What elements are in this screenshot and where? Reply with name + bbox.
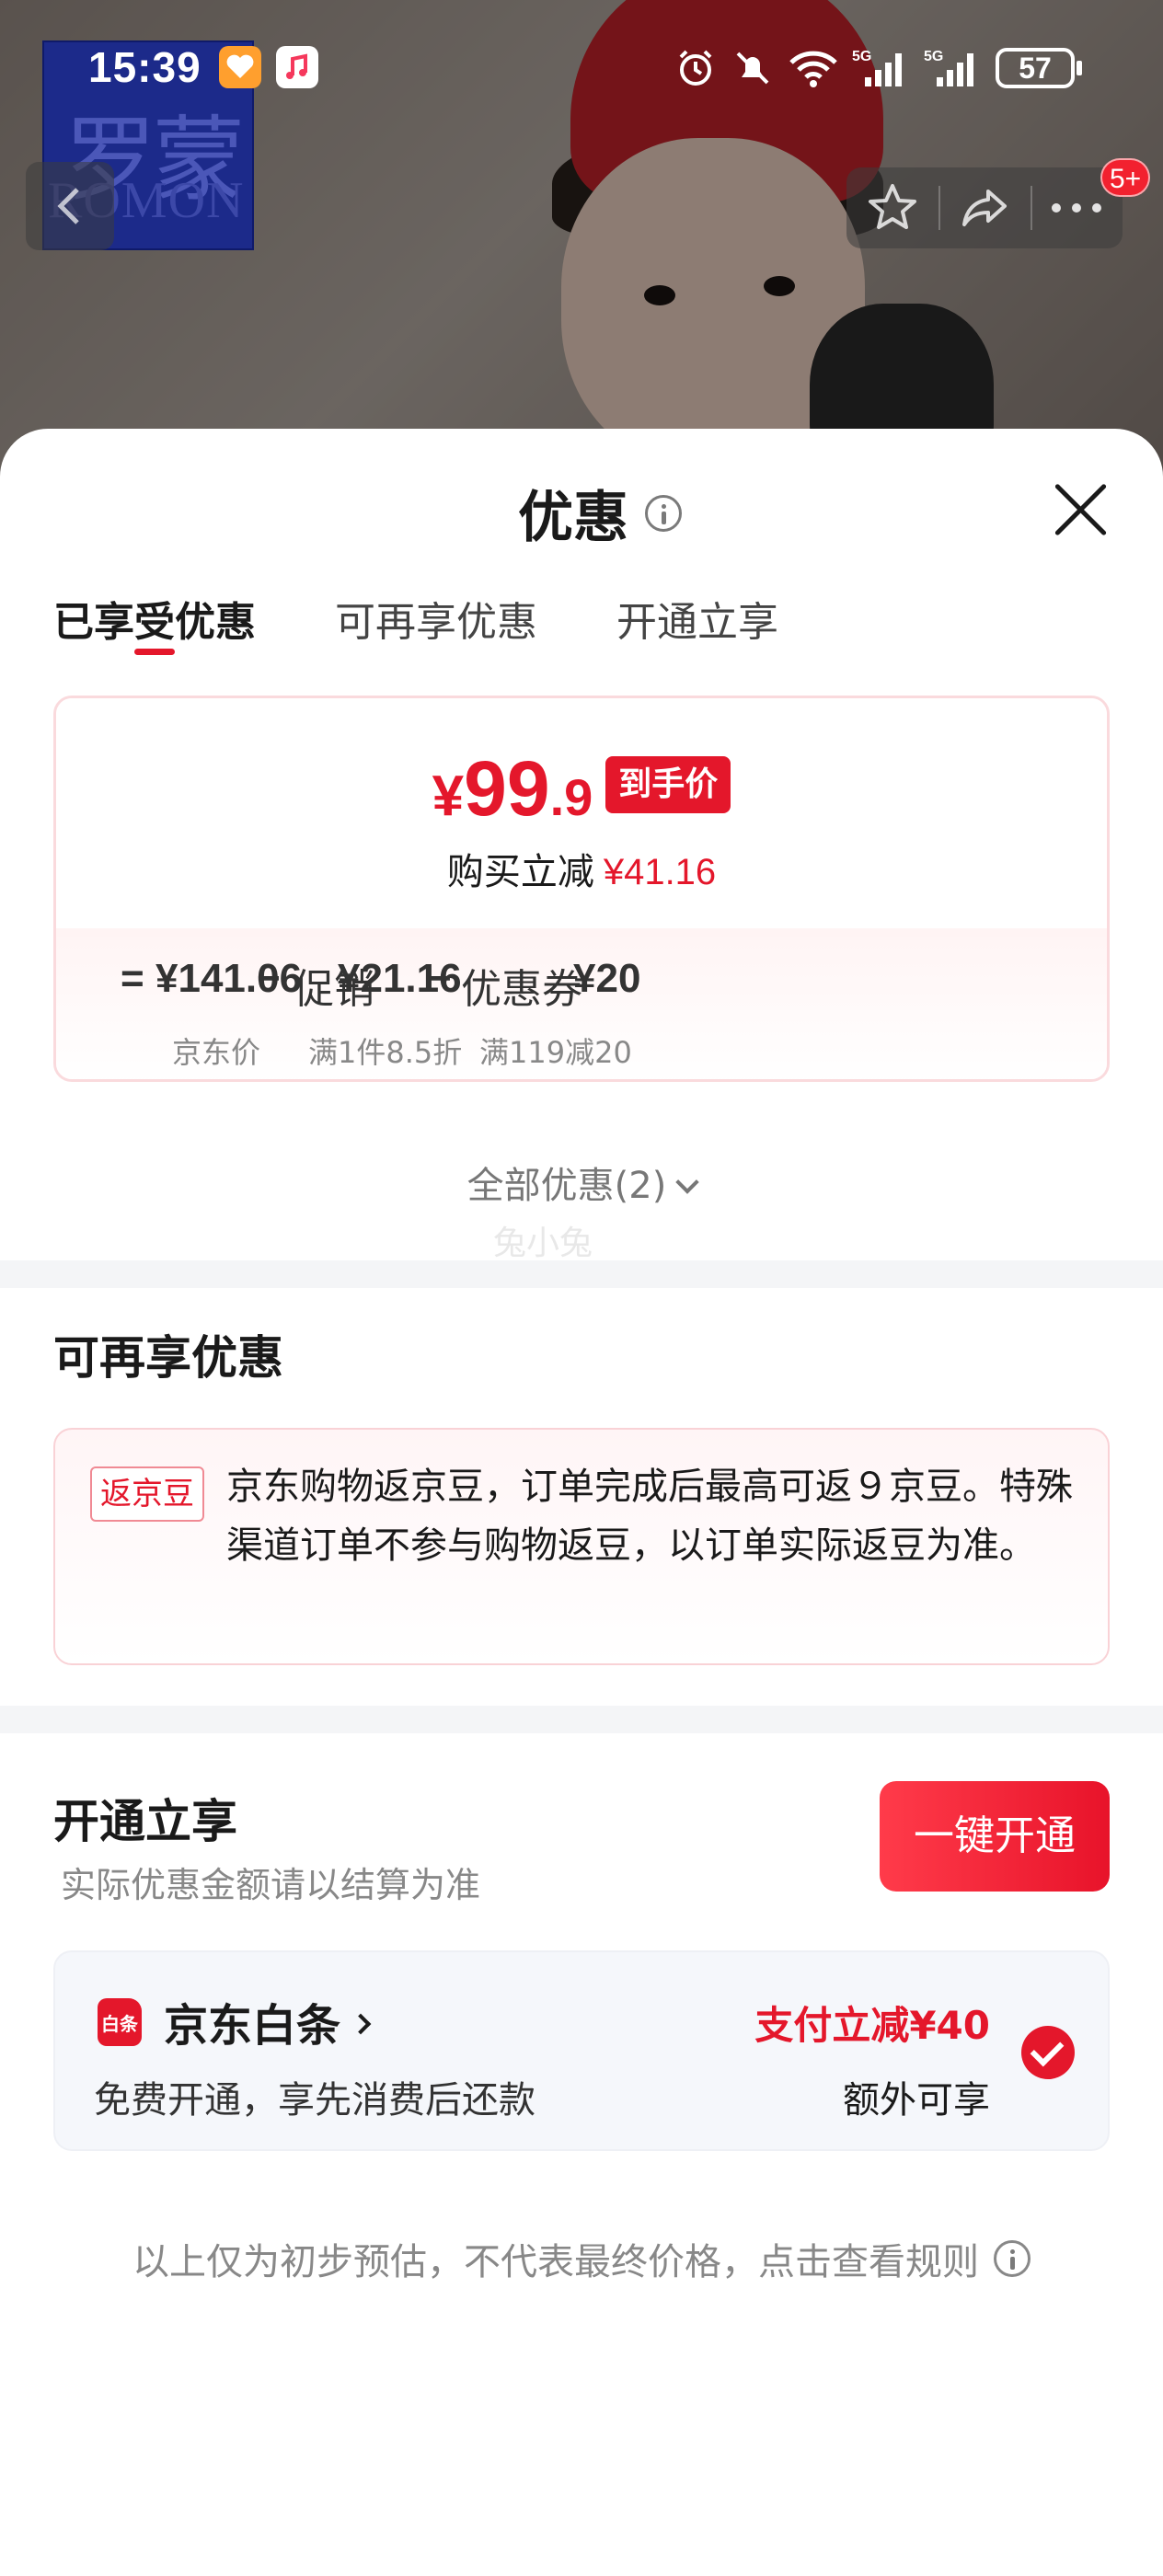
share-icon <box>962 190 1007 226</box>
open-benefits-subtitle: 实际优惠金额请以结算为准 <box>61 1865 481 1905</box>
back-button[interactable] <box>26 162 114 250</box>
svg-text:5G: 5G <box>924 49 943 64</box>
top-action-bar <box>846 167 1123 248</box>
baitiao-logo-icon: 白条 <box>98 1998 142 2046</box>
price-formula-area: = ¥141.06 − 促销 ¥21.16 − 优惠券 ¥20 京东价 满1件8… <box>56 928 1107 1079</box>
baitiao-extra: 额外可享 <box>843 2079 990 2122</box>
signal-5g-icon: 5G <box>924 49 973 86</box>
jd-bean-badge: 返京豆 <box>90 1466 204 1522</box>
extra-offers-title: 可再享优惠 <box>53 1331 283 1385</box>
one-click-open-button[interactable]: 一键开通 <box>880 1781 1110 1892</box>
promo-rule: 满1件8.5折 <box>308 1035 463 1070</box>
chevron-left-icon <box>57 188 79 224</box>
jd-bean-rebate-card: 返京豆 京东购物返京豆，订单完成后最高可返９京豆。特殊渠道订单不参与购物返豆，以… <box>53 1428 1110 1665</box>
all-offers-label: 全部优惠(2) <box>466 1165 667 1207</box>
baitiao-offer-card[interactable]: 白条 京东白条 免费开通，享先消费后还款 支付立减¥40 额外可享 <box>53 1950 1110 2151</box>
alarm-icon <box>679 50 712 86</box>
final-price: ¥99.9 到手价 <box>56 744 1107 834</box>
message-count-badge: 5+ <box>1100 158 1151 197</box>
coupon-name: 优惠券 <box>461 966 582 1013</box>
tab-enjoyed[interactable]: 已享受优惠 <box>53 589 256 655</box>
status-time: 15:39 <box>88 43 202 91</box>
chevron-down-icon <box>675 1170 700 1194</box>
close-button[interactable] <box>1053 480 1111 539</box>
more-dots-icon <box>1052 203 1101 213</box>
equals-sign: = <box>121 956 144 1001</box>
baitiao-name: 京东白条 <box>164 2000 341 2052</box>
final-price-tag: 到手价 <box>605 756 731 813</box>
jd-bean-rebate-text: 京东购物返京豆，订单完成后最高可返９京豆。特殊渠道订单不参与购物返豆，以订单实际… <box>226 1466 1073 1567</box>
instant-saving-label: 购买立减 <box>446 851 594 893</box>
final-price-decimal: .9 <box>549 768 593 826</box>
wifi-icon <box>789 51 837 87</box>
currency-symbol: ¥ <box>432 765 465 828</box>
all-offers-toggle[interactable]: 全部优惠(2) <box>0 1156 1163 1209</box>
sheet-header: 优惠 <box>0 473 1163 553</box>
jd-price-label: 京东价 <box>172 1035 261 1070</box>
share-button[interactable] <box>938 167 1031 248</box>
baitiao-name-link[interactable]: 京东白条 <box>164 1989 372 2053</box>
open-benefits-title: 开通立享 <box>53 1795 237 1848</box>
discount-sheet: 优惠 已享受优惠 可再享优惠 开通立享 ¥99.9 到手价 购买立减 ¥41.16 … <box>0 429 1163 2576</box>
chevron-right-icon <box>350 2013 372 2035</box>
disclaimer-text: 以上仅为初步预估，不代表最终价格，点击查看规则 <box>132 2241 979 2283</box>
favorite-button[interactable] <box>846 167 938 248</box>
watermark-text: 兔小兔 <box>493 1225 593 1262</box>
coupon-rule: 满119减20 <box>479 1035 632 1070</box>
notification-app-icon <box>219 46 261 88</box>
status-bar: 15:39 5G 5G 57 <box>0 37 1163 110</box>
minus-sign: − <box>428 956 452 1001</box>
sheet-title: 优惠 <box>518 486 628 550</box>
svg-text:5G: 5G <box>852 49 871 64</box>
price-formula-labels: 京东价 满1件8.5折 满119减20 <box>56 1029 1107 1070</box>
section-divider <box>0 1260 1163 1288</box>
music-app-icon <box>276 46 318 88</box>
baitiao-promo: 支付立减¥40 <box>754 2003 990 2048</box>
discount-tabs: 已享受优惠 可再享优惠 开通立享 <box>53 589 778 655</box>
final-price-area: ¥99.9 到手价 购买立减 ¥41.16 <box>56 698 1107 928</box>
star-icon <box>869 184 916 229</box>
baitiao-desc: 免费开通，享先消费后还款 <box>94 2079 535 2122</box>
section-divider <box>0 1706 1163 1733</box>
price-formula: = ¥141.06 − 促销 ¥21.16 − 优惠券 ¥20 <box>56 956 1107 1013</box>
instant-saving: 购买立减 ¥41.16 <box>56 842 1107 895</box>
info-icon <box>994 2240 1031 2277</box>
disclaimer-link[interactable]: 以上仅为初步预估，不代表最终价格，点击查看规则 <box>0 2232 1163 2285</box>
info-icon[interactable] <box>645 494 682 532</box>
instant-saving-amount: ¥41.16 <box>603 852 717 892</box>
minus-sign: − <box>257 956 281 1001</box>
price-breakdown-card: ¥99.9 到手价 购买立减 ¥41.16 = ¥141.06 − 促销 ¥21.1… <box>53 696 1110 1082</box>
tab-open-benefits[interactable]: 开通立享 <box>616 589 778 650</box>
baitiao-checkbox[interactable] <box>1021 2026 1075 2079</box>
tab-more-offers[interactable]: 可再享优惠 <box>335 589 537 650</box>
coupon-amount: ¥20 <box>573 956 641 1001</box>
battery-indicator: 57 <box>996 48 1082 88</box>
mute-icon <box>736 52 769 85</box>
final-price-integer: 99 <box>464 745 550 832</box>
signal-5g-icon: 5G <box>852 49 902 86</box>
status-icons: 5G 5G 57 <box>674 46 1082 90</box>
